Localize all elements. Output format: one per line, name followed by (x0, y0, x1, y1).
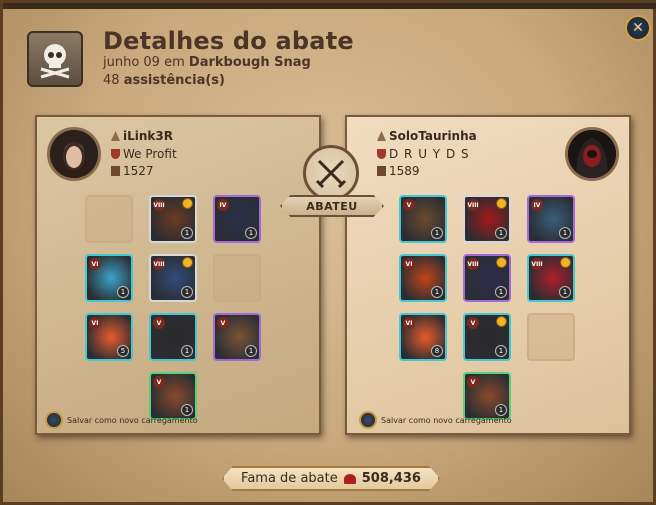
close-button[interactable]: ✕ (625, 15, 651, 41)
page-title: Detalhes do abate (103, 27, 354, 55)
location-text: Darkbough Snag (188, 55, 311, 70)
tier-badge: V (403, 199, 415, 211)
quantity-badge: 1 (431, 286, 443, 298)
slot-armor[interactable]: VIII 1 (149, 254, 197, 302)
top-strip (3, 3, 656, 9)
guild-shield-icon (377, 149, 386, 159)
tier-badge: VIII (531, 258, 543, 270)
item-power-icon (111, 166, 120, 176)
slot-bag[interactable]: V1 (399, 195, 447, 243)
tier-badge: VI (89, 258, 101, 270)
player-icon (377, 131, 386, 141)
tier-badge: V (153, 317, 165, 329)
tier-badge: V (467, 317, 479, 329)
fame-label: Fama de abate (241, 471, 338, 486)
killer-item-power: 1527 (111, 164, 154, 178)
quantity-badge: 1 (181, 345, 193, 357)
quantity-badge: 1 (181, 286, 193, 298)
item-power-icon (377, 166, 386, 176)
slot-shoes[interactable]: V1 (149, 313, 197, 361)
skull-icon (27, 31, 83, 87)
assist-count: 48 assistência(s) (103, 73, 225, 88)
quantity-badge: 1 (181, 227, 193, 239)
slot-cape[interactable]: IV 1 (213, 195, 261, 243)
enchant-icon (496, 198, 507, 209)
killer-save-loadout-button[interactable] (45, 411, 63, 429)
victim-save-loadout-label[interactable]: Salvar como novo carregamento (381, 416, 512, 425)
fame-value: 508,436 (361, 471, 421, 486)
tier-badge: VIII (467, 258, 479, 270)
quantity-badge: 1 (431, 227, 443, 239)
enchant-icon (182, 198, 193, 209)
enchant-icon (182, 257, 193, 268)
killer-save-loadout-label[interactable]: Salvar como novo carregamento (67, 416, 198, 425)
slot-cape[interactable]: IV 1 (527, 195, 575, 243)
abateu-label: ABATEU (280, 195, 384, 217)
slot-shoes[interactable]: V1 (463, 313, 511, 361)
fame-icon (343, 473, 356, 484)
victim-guild[interactable]: D R U Y D S (377, 147, 470, 161)
killer-guild[interactable]: We Profit (111, 147, 177, 161)
tier-badge: VIII (153, 258, 165, 270)
crossed-swords-icon (303, 145, 359, 201)
quantity-badge: 1 (245, 227, 257, 239)
victim-avatar[interactable] (565, 127, 619, 181)
tier-badge: V (217, 317, 229, 329)
slot-food[interactable]: V1 (213, 313, 261, 361)
quantity-badge: 1 (181, 404, 193, 416)
assist-number: 48 (103, 73, 120, 88)
tier-badge: VIII (467, 199, 479, 211)
quantity-badge: 1 (495, 227, 507, 239)
assist-label: assistência(s) (123, 73, 225, 88)
enchant-icon (496, 316, 507, 327)
date-text: junho 09 em (103, 55, 185, 70)
kill-date-location: junho 09 em Darkbough Snag (103, 55, 311, 70)
killer-panel: iLink3R We Profit 1527 VIII 1 IV 1 VI 1 VIII 1 V… (35, 115, 321, 435)
quantity-badge: 1 (495, 286, 507, 298)
tier-badge: V (467, 376, 479, 388)
slot-mount[interactable]: V1 (463, 372, 511, 420)
tier-badge: V (153, 376, 165, 388)
victim-item-power: 1589 (377, 164, 420, 178)
slot-food[interactable] (527, 313, 575, 361)
killer-name[interactable]: iLink3R (111, 129, 173, 143)
victim-save-loadout-button[interactable] (359, 411, 377, 429)
slot-armor[interactable]: VIII 1 (463, 254, 511, 302)
kill-details-window: Detalhes do abate junho 09 em Darkbough … (0, 0, 656, 505)
slot-mount[interactable]: V1 (149, 372, 197, 420)
slot-offhand[interactable]: VIII 1 (527, 254, 575, 302)
quantity-badge: 8 (431, 345, 443, 357)
enchant-icon (560, 257, 571, 268)
tier-badge: VI (89, 317, 101, 329)
quantity-badge: 5 (117, 345, 129, 357)
quantity-badge: 1 (495, 345, 507, 357)
tier-badge: VIII (153, 199, 165, 211)
slot-potion[interactable]: VI 5 (85, 313, 133, 361)
tier-badge: IV (531, 199, 543, 211)
quantity-badge: 1 (559, 227, 571, 239)
victim-panel: SoloTaurinha D R U Y D S 1589 V 1 VIII 1 IV 1… (345, 115, 631, 435)
slot-head[interactable]: VIII 1 (149, 195, 197, 243)
slot-mainhand[interactable]: VI 1 (85, 254, 133, 302)
victim-name[interactable]: SoloTaurinha (377, 129, 477, 143)
slot-offhand[interactable] (213, 254, 261, 302)
quantity-badge: 1 (245, 345, 257, 357)
slot-bag[interactable] (85, 195, 133, 243)
tier-badge: VI (403, 258, 415, 270)
enchant-icon (496, 257, 507, 268)
quantity-badge: 1 (559, 286, 571, 298)
slot-mainhand[interactable]: VI 1 (399, 254, 447, 302)
killer-avatar[interactable] (47, 127, 101, 181)
player-icon (111, 131, 120, 141)
slot-potion[interactable]: VI 8 (399, 313, 447, 361)
tier-badge: VI (403, 317, 415, 329)
slot-head[interactable]: VIII 1 (463, 195, 511, 243)
kill-fame-bar: Fama de abate 508,436 (222, 466, 440, 491)
tier-badge: IV (217, 199, 229, 211)
quantity-badge: 1 (495, 404, 507, 416)
quantity-badge: 1 (117, 286, 129, 298)
close-icon: ✕ (632, 20, 644, 36)
guild-shield-icon (111, 149, 120, 159)
